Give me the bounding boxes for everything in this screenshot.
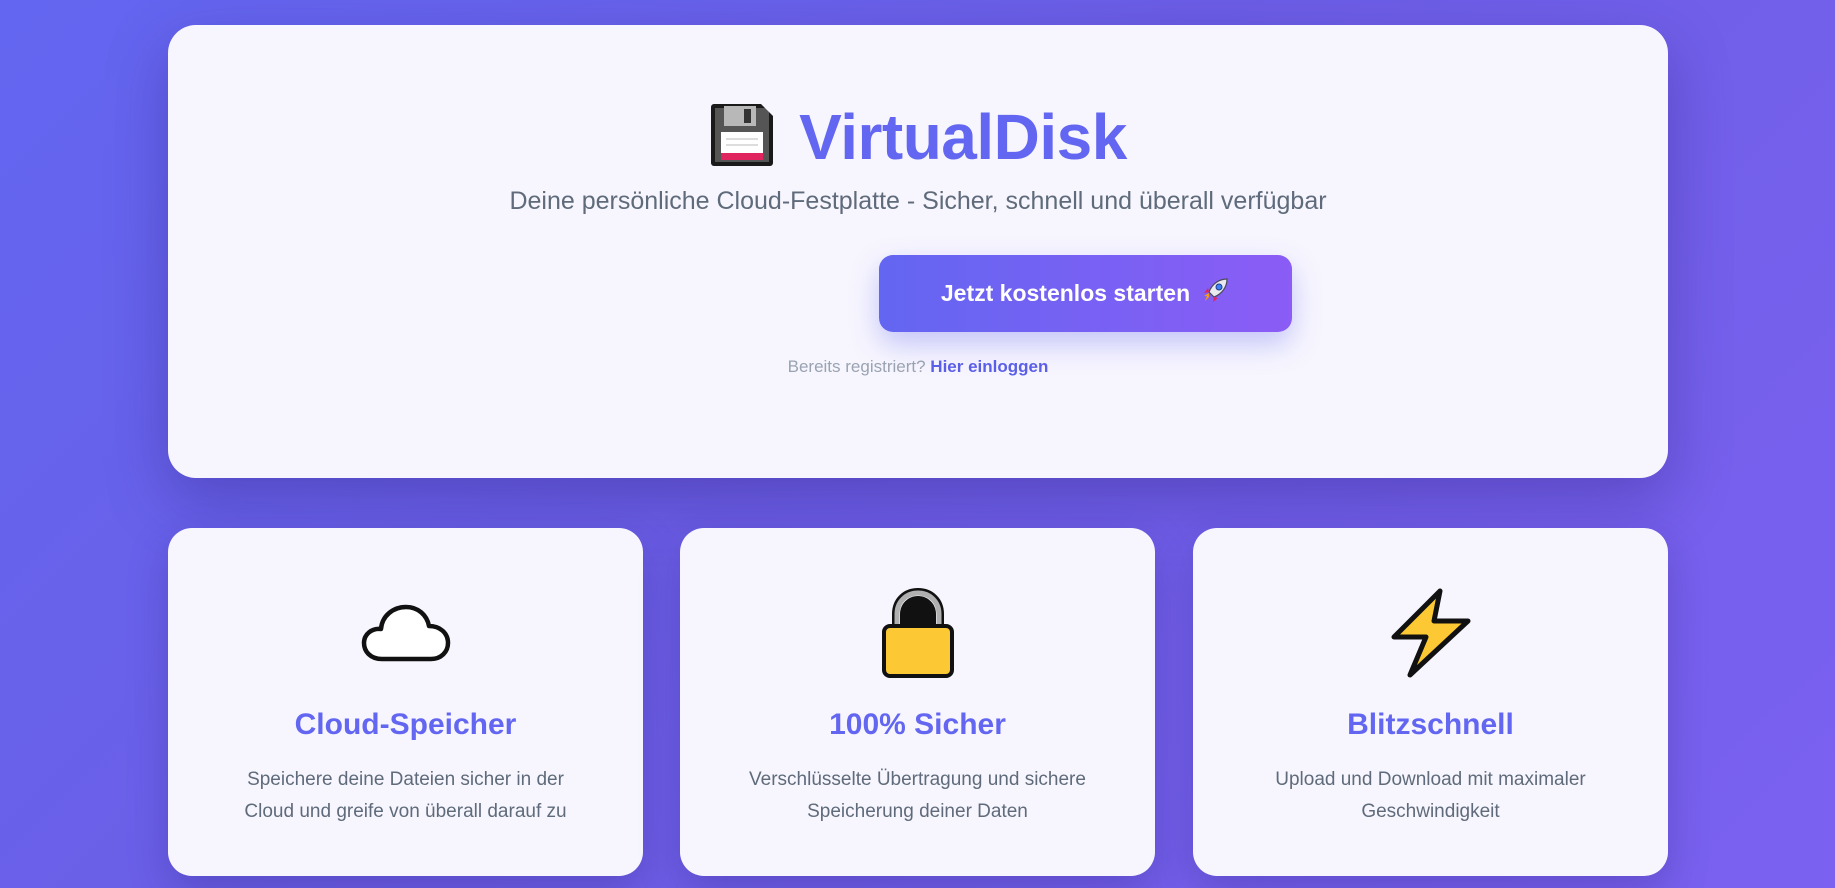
lock-icon [680,587,1155,678]
app-title: VirtualDisk [799,101,1127,173]
hero-card: VirtualDisk Deine persönliche Cloud-Fest… [168,25,1668,478]
feature-card-security: 100% Sicher Verschlüsselte Übertragung u… [680,528,1155,876]
feature-text: Verschlüsselte Übertragung und sichere S… [749,769,1086,822]
brand: VirtualDisk [168,97,1668,177]
login-prompt: Bereits registriert? [787,357,926,376]
feature-card-speed: Blitzschnell Upload und Download mit max… [1193,528,1668,876]
login-prompt-line: Bereits registriert? Hier einloggen [168,357,1668,377]
feature-card-cloud: Cloud-Speicher Speichere deine Dateien s… [168,528,643,876]
lightning-icon [1193,588,1668,678]
hero-subtitle: Deine persönliche Cloud-Festplatte - Sic… [509,187,1327,215]
feature-text: Upload und Download mit maximaler Geschw… [1275,769,1586,822]
cloud-icon [168,588,643,678]
feature-title: Cloud-Speicher [294,708,517,741]
feature-text: Speichere deine Dateien sicher in der Cl… [244,769,567,822]
floppy-disk-icon [709,102,775,173]
rocket-icon [1200,276,1230,312]
feature-title: 100% Sicher [829,708,1006,741]
start-free-button[interactable]: Jetzt kostenlos starten [879,255,1292,332]
login-link[interactable]: Hier einloggen [930,357,1048,376]
feature-title: Blitzschnell [1347,708,1514,741]
start-free-label: Jetzt kostenlos starten [940,280,1191,306]
